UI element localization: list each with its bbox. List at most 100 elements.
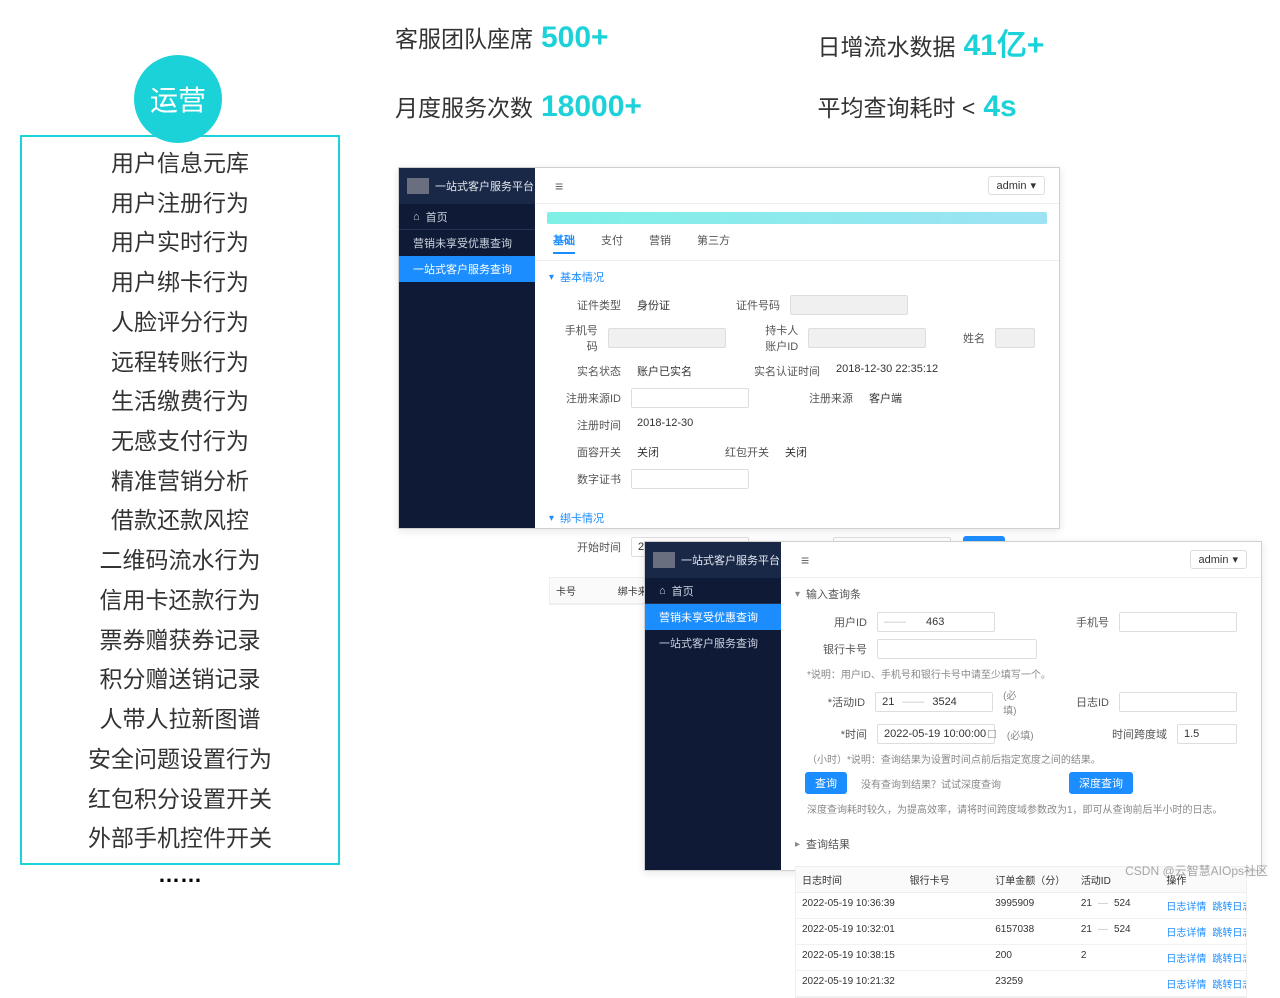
watermark: CSDN @云智慧AIOps社区: [1125, 862, 1268, 879]
section-bind-header[interactable]: ▾绑卡情况: [535, 502, 1059, 534]
label-span: 时间跨度域: [1095, 726, 1167, 742]
cell-time: 2022-05-19 10:36:39: [796, 893, 904, 918]
list-item: 生活缴费行为: [111, 383, 249, 421]
list-item: 外部手机控件开关: [88, 820, 272, 858]
logo-icon: [407, 178, 429, 194]
empty-hint: 没有查询到结果？试试深度查询: [861, 776, 1001, 791]
user-dropdown[interactable]: admin▾: [1190, 550, 1248, 569]
sidebar-item-service[interactable]: 一站式客户服务查询: [645, 630, 781, 656]
section-result-header[interactable]: ▸查询结果: [781, 828, 1261, 860]
content-area: ▾输入查询条 用户ID——463 手机号 银行卡号 *说明：用户ID、手机号和银…: [781, 578, 1261, 870]
list-item: 人脸评分行为: [111, 304, 249, 342]
list-item: 信用卡还款行为: [100, 582, 261, 620]
label-face: 面容开关: [559, 444, 621, 460]
home-icon: ⌂: [659, 585, 666, 597]
stat-monthly-service: 月度服务次数 18000+: [395, 89, 818, 124]
value-reg-time: 2018-12-30: [631, 415, 699, 435]
input-log-id[interactable]: [1119, 692, 1237, 712]
cell-activity: 21—524: [1075, 919, 1161, 944]
stat-avg-query-time: 平均查询耗时 <4s: [818, 89, 1241, 124]
tab-basic[interactable]: 基础: [553, 232, 575, 254]
calendar-icon[interactable]: ☐: [987, 728, 997, 741]
nav-label: 营销未享受优惠查询: [659, 609, 758, 625]
cell-amount: 200: [989, 945, 1075, 970]
label-red: 红包开关: [707, 444, 769, 460]
sidebar-home[interactable]: ⌂ 首页: [399, 204, 535, 230]
link-log-detail[interactable]: 日志详情: [1166, 954, 1206, 965]
value-cert-no: [790, 295, 908, 315]
stat-value: 18000+: [541, 90, 642, 123]
sidebar-item-marketing[interactable]: 营销未享受优惠查询: [399, 230, 535, 256]
home-icon: ⌂: [413, 211, 420, 223]
list-item: 精准营销分析: [111, 463, 249, 501]
input-reg-src-id[interactable]: [631, 388, 749, 408]
link-log-detail[interactable]: 日志详情: [1166, 928, 1206, 939]
cell-time: 2022-05-19 10:21:32: [796, 971, 904, 996]
input-span[interactable]: 1.5: [1177, 724, 1237, 744]
value-cert-type: 身份证: [631, 295, 676, 315]
label-cert-type: 证件类型: [559, 297, 621, 313]
list-item: 无感支付行为: [111, 423, 249, 461]
cell-ops: 日志详情跳转日志链路ID: [1160, 919, 1246, 944]
list-item: 借款还款风控: [111, 502, 249, 540]
link-log-detail[interactable]: 日志详情: [1166, 980, 1206, 991]
label-phone: 手机号码: [559, 322, 598, 354]
cell-ops: 日志详情跳转日志链路ID: [1160, 945, 1246, 970]
badge-label: 运营: [150, 79, 206, 119]
label-phone: 手机号: [1047, 614, 1109, 630]
chevron-down-icon: ▾: [1232, 553, 1238, 566]
label-cert-no: 证件号码: [718, 297, 780, 313]
list-item: 安全问题设置行为: [88, 741, 272, 779]
basic-form: 证件类型身份证 证件号码 手机号码 持卡人账户ID 姓名 实名状态账户已实名 实…: [535, 293, 1059, 502]
list-item: 票券赠获券记录: [100, 622, 261, 660]
input-activity-id[interactable]: 21——3524: [875, 692, 993, 712]
value-real-status: 账户已实名: [631, 361, 698, 381]
stat-value: 4s: [983, 90, 1016, 123]
nav-label: 一站式客户服务查询: [659, 635, 758, 651]
tab-payment[interactable]: 支付: [601, 232, 623, 254]
cell-card: [904, 919, 990, 944]
user-dropdown[interactable]: admin▾: [988, 176, 1046, 195]
col: 卡号: [550, 578, 612, 603]
list-item: 积分赠送销记录: [100, 661, 261, 699]
tab-bar: 基础 支付 营销 第三方: [535, 224, 1059, 261]
deep-query-button[interactable]: 深度查询: [1069, 772, 1133, 794]
nav-label: 首页: [426, 209, 448, 225]
section-basic-header[interactable]: ▾基本情况: [535, 261, 1059, 293]
sidebar-home[interactable]: ⌂首页: [645, 578, 781, 604]
section-title: 基本情况: [560, 269, 604, 285]
value-name: [995, 328, 1035, 348]
sidebar-item-marketing[interactable]: 营销未享受优惠查询: [645, 604, 781, 630]
label-reg-src-id: 注册来源ID: [559, 390, 621, 406]
input-card[interactable]: [877, 639, 1037, 659]
label-name: 姓名: [960, 330, 985, 346]
link-trace[interactable]: 跳转日志链路ID: [1212, 902, 1246, 913]
logo-icon: [653, 552, 675, 568]
link-log-detail[interactable]: 日志详情: [1166, 902, 1206, 913]
label-reg-src: 注册来源: [791, 390, 853, 406]
col: 日志时间: [796, 867, 904, 892]
sidebar-item-service[interactable]: 一站式客户服务查询: [399, 256, 535, 282]
cell-amount: 3995909: [989, 893, 1075, 918]
stat-label: 月度服务次数: [395, 95, 533, 121]
section-input-header[interactable]: ▾输入查询条: [781, 578, 1261, 610]
query-button[interactable]: 查询: [805, 772, 847, 794]
cell-card: [904, 893, 990, 918]
input-time[interactable]: 2022-05-19 10:00:00: [877, 724, 995, 744]
input-user-id[interactable]: ——463: [877, 612, 995, 632]
col: 订单金额（分）: [989, 867, 1075, 892]
link-trace[interactable]: 跳转日志链路ID: [1212, 980, 1246, 991]
section-title: 查询结果: [806, 836, 850, 852]
link-trace[interactable]: 跳转日志链路ID: [1212, 928, 1246, 939]
sidebar: 一站式客户服务平台 ⌂首页 营销未享受优惠查询 一站式客户服务查询: [399, 168, 535, 528]
input-digital-cert[interactable]: [631, 469, 749, 489]
tab-marketing[interactable]: 营销: [649, 232, 671, 254]
user-name: admin: [1199, 554, 1229, 566]
tab-thirdparty[interactable]: 第三方: [697, 232, 730, 254]
screenshot-log-query: 一站式客户服务平台 ⌂首页 营销未享受优惠查询 一站式客户服务查询 ≡ admi…: [644, 541, 1262, 871]
cell-ops: 日志详情跳转日志链路ID: [1160, 971, 1246, 996]
input-phone[interactable]: [1119, 612, 1237, 632]
stat-label: 日增流水数据: [818, 34, 956, 60]
list-item: 用户信息元库: [111, 145, 249, 183]
link-trace[interactable]: 跳转日志链路ID: [1212, 954, 1246, 965]
